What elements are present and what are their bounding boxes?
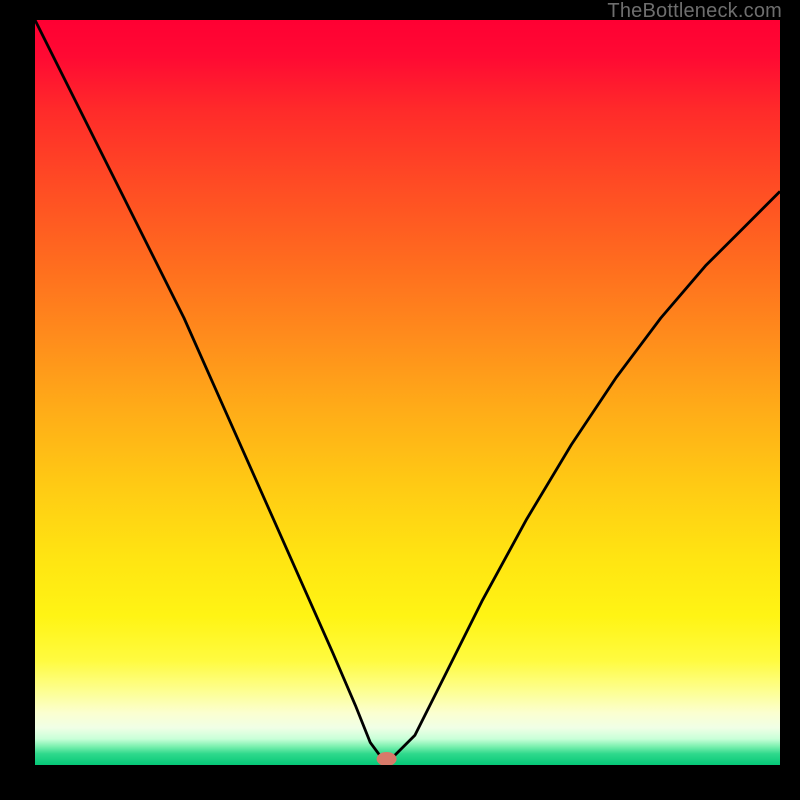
- plot-area: [35, 20, 780, 765]
- bottleneck-curve-svg: [35, 20, 780, 765]
- bottleneck-curve: [35, 20, 780, 758]
- watermark-text: TheBottleneck.com: [607, 0, 782, 23]
- chart-frame: TheBottleneck.com: [0, 0, 800, 800]
